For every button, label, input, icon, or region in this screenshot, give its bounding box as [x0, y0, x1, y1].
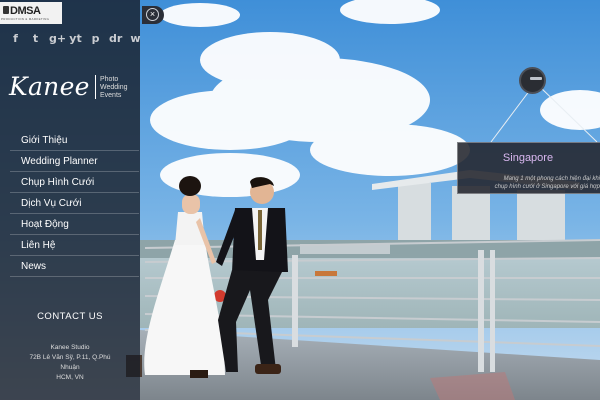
dribbble-icon[interactable]: dr [109, 32, 122, 45]
brand-logo-subtext: PRODUCTION & MARKETING [1, 17, 50, 21]
facebook-icon[interactable]: f [9, 32, 22, 45]
youtube-icon[interactable]: yt [69, 32, 82, 45]
brand-logo[interactable]: DMSA PRODUCTION & MARKETING [0, 2, 62, 24]
google-plus-icon[interactable]: g+ [49, 32, 66, 45]
menu-item-wedding-planner[interactable]: Wedding Planner [10, 151, 139, 172]
sidebar: DMSA PRODUCTION & MARKETING f t g+ yt p … [0, 0, 142, 400]
contact-title: CONTACT US [37, 311, 103, 322]
menu-item-hoat-dong[interactable]: Hoạt Động [10, 214, 139, 235]
studio-tagline-line: Events [100, 92, 122, 99]
location-pin-notch [530, 77, 542, 80]
wordpress-icon[interactable]: w [129, 32, 142, 45]
menu-item-lien-he[interactable]: Liên Hệ [10, 235, 139, 256]
contact-address: Kanee Studio 72B Lê Văn Sỹ, P.11, Q.Phú … [20, 343, 120, 383]
studio-name: Kanee [9, 72, 90, 101]
contact-line: 72B Lê Văn Sỹ, P.11, Q.Phú [29, 354, 111, 361]
studio-tagline-line: Wedding [100, 84, 128, 91]
main-menu: Giới Thiệu Wedding Planner Chụp Hình Cướ… [10, 130, 139, 277]
location-description-line: chụp hình cưới ở Singapore với giá hợp [494, 184, 600, 190]
social-links: f t g+ yt p dr w [9, 32, 142, 45]
menu-item-gioi-thieu[interactable]: Giới Thiệu [10, 130, 139, 151]
menu-item-chup-hinh-cuoi[interactable]: Chụp Hình Cưới [10, 172, 139, 193]
twitter-icon[interactable]: t [29, 32, 42, 45]
close-icon: × [146, 8, 159, 21]
location-description-line: Mang 1 một phong cách hiện đại khi [503, 176, 600, 182]
studio-tagline-line: Photo [100, 76, 119, 83]
location-description: Mang 1 một phong cách hiện đại khi chụp … [464, 175, 600, 191]
menu-item-dich-vu-cuoi[interactable]: Dịch Vụ Cưới [10, 193, 139, 214]
studio-logo-divider [95, 75, 96, 99]
contact-line: Nhuận [60, 364, 80, 371]
studio-logo[interactable]: Kanee Photo Wedding Events [9, 72, 137, 104]
contact-line: Kanee Studio [50, 344, 90, 351]
location-title: Singapore [502, 152, 554, 164]
pinterest-icon[interactable]: p [89, 32, 102, 45]
location-pin-icon [519, 67, 546, 94]
menu-item-news[interactable]: News [10, 256, 139, 277]
brand-logo-mark [3, 6, 9, 14]
location-marker[interactable] [518, 66, 548, 94]
studio-tagline: Photo Wedding Events [100, 76, 140, 100]
brand-logo-text: DMSA [10, 5, 41, 17]
close-sidebar-button[interactable]: × [142, 6, 164, 24]
contact-line: HCM, VN [56, 374, 84, 381]
location-card[interactable]: Singapore Mang 1 một phong cách hiện đại… [457, 142, 600, 194]
